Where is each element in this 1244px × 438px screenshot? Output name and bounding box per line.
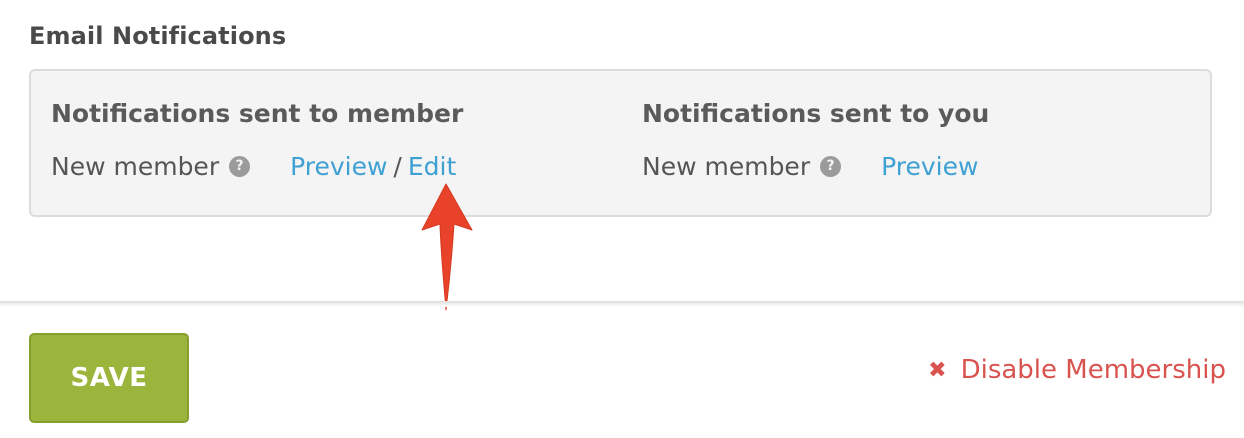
you-new-member-row: New member ? Preview <box>642 149 989 183</box>
save-button[interactable]: SAVE <box>29 333 189 423</box>
red-arrow-pointing-up-icon <box>421 183 473 311</box>
edit-link[interactable]: Edit <box>408 152 456 181</box>
link-separator: / <box>393 151 402 181</box>
preview-link[interactable]: Preview <box>881 152 978 181</box>
you-notifications-heading: Notifications sent to you <box>642 99 990 128</box>
preview-link[interactable]: Preview <box>290 152 387 181</box>
member-links: Preview / Edit <box>290 152 456 181</box>
page: Email Notifications Notifications sent t… <box>0 0 1244 438</box>
help-icon[interactable]: ? <box>820 155 842 177</box>
notifications-panel: Notifications sent to member New member … <box>29 69 1212 217</box>
new-member-label: New member <box>51 151 220 181</box>
close-x-icon: ✖ <box>928 357 947 383</box>
you-notifications-column: Notifications sent to you New member ? P… <box>642 97 989 183</box>
member-new-member-row: New member ? Preview / Edit <box>51 149 463 183</box>
disable-membership-label: Disable Membership <box>960 355 1226 385</box>
footer-divider <box>0 301 1244 307</box>
member-notifications-heading: Notifications sent to member <box>51 99 464 128</box>
section-title: Email Notifications <box>29 22 287 50</box>
help-icon[interactable]: ? <box>229 155 251 177</box>
disable-membership-link[interactable]: ✖ Disable Membership <box>928 355 1226 385</box>
new-member-label: New member <box>642 151 811 181</box>
member-notifications-column: Notifications sent to member New member … <box>51 97 463 183</box>
you-links: Preview <box>881 152 978 181</box>
